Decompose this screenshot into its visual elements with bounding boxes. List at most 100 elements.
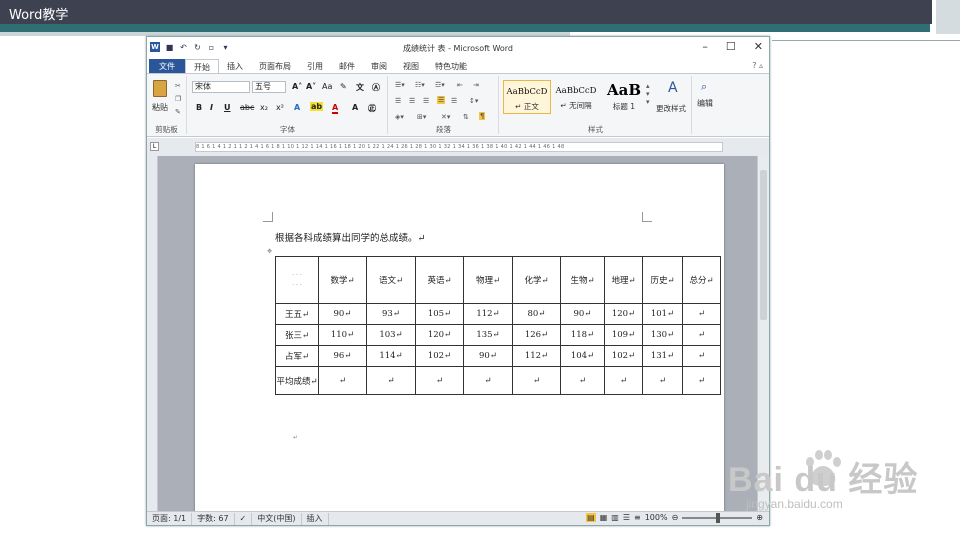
table-cell[interactable]: ↵ (560, 366, 605, 395)
table-cell[interactable]: 103↵ (366, 324, 416, 346)
table-cell[interactable]: ↵ (512, 366, 561, 395)
align-right-icon[interactable]: ☰ (423, 97, 429, 105)
table-cell[interactable]: ↵ (642, 366, 683, 395)
table-cell[interactable]: ↵ (415, 366, 464, 395)
document-paragraph[interactable]: 根据各科成绩算出同学的总成绩。↵ (275, 230, 425, 244)
underline-button[interactable]: U (224, 103, 231, 112)
sort-icon[interactable]: ⇅ (463, 113, 469, 121)
find-icon[interactable]: ⌕ (701, 80, 707, 94)
shrink-font-icon[interactable]: A˅ (306, 82, 316, 91)
help-icon[interactable]: ? ▵ (752, 61, 763, 70)
horizontal-ruler[interactable]: 8 1 6 1 4 1 2 1 1 2 1 4 1 6 1 8 1 10 1 1… (195, 142, 723, 152)
table-cell[interactable]: 王五↵ (275, 303, 319, 325)
scroll-thumb[interactable] (760, 170, 767, 320)
table-cell[interactable]: 120↵ (604, 303, 643, 325)
tab-mailings[interactable]: 邮件 (331, 59, 363, 74)
header-cell[interactable]: 化学↵ (512, 256, 561, 304)
table-cell[interactable]: 占军↵ (275, 345, 319, 367)
tab-view[interactable]: 视图 (395, 59, 427, 74)
font-size-select[interactable]: 五号 (252, 81, 286, 93)
insert-mode[interactable]: 插入 (302, 512, 329, 525)
paste-icon[interactable] (153, 80, 167, 97)
show-marks-icon[interactable]: ¶ (479, 112, 486, 120)
header-cell[interactable]: 总分↵ (682, 256, 721, 304)
table-cell[interactable]: 131↵ (642, 345, 683, 367)
strike-button[interactable]: abc (240, 103, 254, 112)
table-cell[interactable]: 104↵ (560, 345, 605, 367)
table-cell[interactable]: 110↵ (318, 324, 367, 346)
close-button[interactable]: ✕ (754, 40, 763, 53)
table-cell[interactable]: 135↵ (463, 324, 513, 346)
copy-icon[interactable]: ❐ (175, 95, 181, 103)
styles-scroll-icon[interactable]: ▴ ▾ ▾ (646, 82, 650, 106)
table-cell[interactable]: 90↵ (463, 345, 513, 367)
decrease-indent-icon[interactable]: ⇤ (457, 81, 463, 89)
chinese-layout-icon[interactable]: ✕▾ (441, 113, 450, 121)
minimize-button[interactable]: – (702, 40, 708, 53)
header-cell[interactable]: 历史↵ (642, 256, 683, 304)
header-cell[interactable]: 生物↵ (560, 256, 605, 304)
header-cell[interactable]: 数学↵ (318, 256, 367, 304)
table-cell[interactable]: ↵ (604, 366, 643, 395)
editing-button[interactable]: 编辑 (697, 98, 713, 109)
style-no-spacing[interactable]: AaBbCcD ↵ 无间隔 (552, 80, 600, 114)
style-heading-1[interactable]: AaB 标题 1 (600, 80, 648, 114)
tab-features[interactable]: 特色功能 (427, 59, 475, 74)
enclose-char-icon[interactable]: ㊣ (368, 103, 376, 114)
table-cell[interactable]: ↵ (682, 324, 721, 346)
table-cell[interactable]: 96↵ (318, 345, 367, 367)
line-spacing-icon[interactable]: ↕▾ (469, 97, 478, 105)
table-corner-cell[interactable]: · · · · · · (275, 256, 319, 304)
table-cell[interactable]: ↵ (682, 366, 721, 395)
paragraph-mark[interactable]: ↵ (293, 434, 298, 441)
table-cell[interactable]: 126↵ (512, 324, 561, 346)
table-move-handle[interactable]: ✥ (267, 248, 272, 255)
change-styles-icon[interactable]: A (668, 80, 678, 96)
bullets-icon[interactable]: ☰▾ (395, 81, 405, 89)
tab-selector[interactable]: L (150, 142, 159, 151)
tab-insert[interactable]: 插入 (219, 59, 251, 74)
justify-icon[interactable]: ☰ (437, 96, 446, 104)
table-cell[interactable]: 90↵ (318, 303, 367, 325)
change-styles-button[interactable]: 更改样式 (656, 103, 686, 114)
outline-icon[interactable]: ☰ (623, 513, 630, 522)
text-effect-icon[interactable]: A (294, 103, 300, 112)
style-normal[interactable]: AaBbCcD ↵ 正文 (503, 80, 551, 114)
header-cell[interactable]: 地理↵ (604, 256, 643, 304)
zoom-out-icon[interactable]: ⊖ (672, 513, 679, 522)
table-cell[interactable]: ↵ (318, 366, 367, 395)
bold-button[interactable]: B (196, 103, 202, 112)
web-layout-icon[interactable]: ▥ (611, 513, 619, 522)
char-shading-icon[interactable]: A (352, 103, 358, 112)
table-cell[interactable]: 93↵ (366, 303, 416, 325)
table-cell[interactable]: 102↵ (415, 345, 464, 367)
cut-icon[interactable]: ✂ (175, 82, 181, 90)
numbering-icon[interactable]: ☷▾ (415, 81, 425, 89)
table-cell[interactable]: 109↵ (604, 324, 643, 346)
font-color-icon[interactable]: A (332, 103, 339, 114)
zoom-slider-thumb[interactable] (716, 512, 721, 523)
highlight-icon[interactable]: ab (310, 102, 324, 111)
header-cell[interactable]: 语文↵ (366, 256, 416, 304)
tab-review[interactable]: 审阅 (363, 59, 395, 74)
subscript-button[interactable]: x₂ (260, 103, 268, 112)
table-cell[interactable]: ↵ (366, 366, 416, 395)
language-status[interactable]: 中文(中国) (252, 512, 302, 525)
proofing-icon[interactable]: ✓ (235, 512, 253, 525)
table-cell[interactable]: 平均成绩↵ (275, 366, 319, 395)
zoom-in-icon[interactable]: ⊕ (756, 513, 763, 522)
borders-icon[interactable]: ⊞▾ (417, 113, 426, 121)
multilevel-icon[interactable]: ☲▾ (435, 81, 445, 89)
table-cell[interactable]: 101↵ (642, 303, 683, 325)
vertical-ruler[interactable] (147, 156, 158, 512)
table-cell[interactable]: 102↵ (604, 345, 643, 367)
tab-references[interactable]: 引用 (299, 59, 331, 74)
document-page[interactable]: 根据各科成绩算出同学的总成绩。↵ ✥ · · · · · · 数学↵ 语文↵ 英语… (195, 164, 724, 524)
tab-page-layout[interactable]: 页面布局 (251, 59, 299, 74)
table-cell[interactable]: 130↵ (642, 324, 683, 346)
shading-icon[interactable]: ◈▾ (395, 113, 404, 121)
table-cell[interactable]: 90↵ (560, 303, 605, 325)
table-cell[interactable]: 张三↵ (275, 324, 319, 346)
print-layout-icon[interactable]: ▤ (586, 513, 596, 522)
zoom-slider[interactable] (682, 512, 753, 523)
